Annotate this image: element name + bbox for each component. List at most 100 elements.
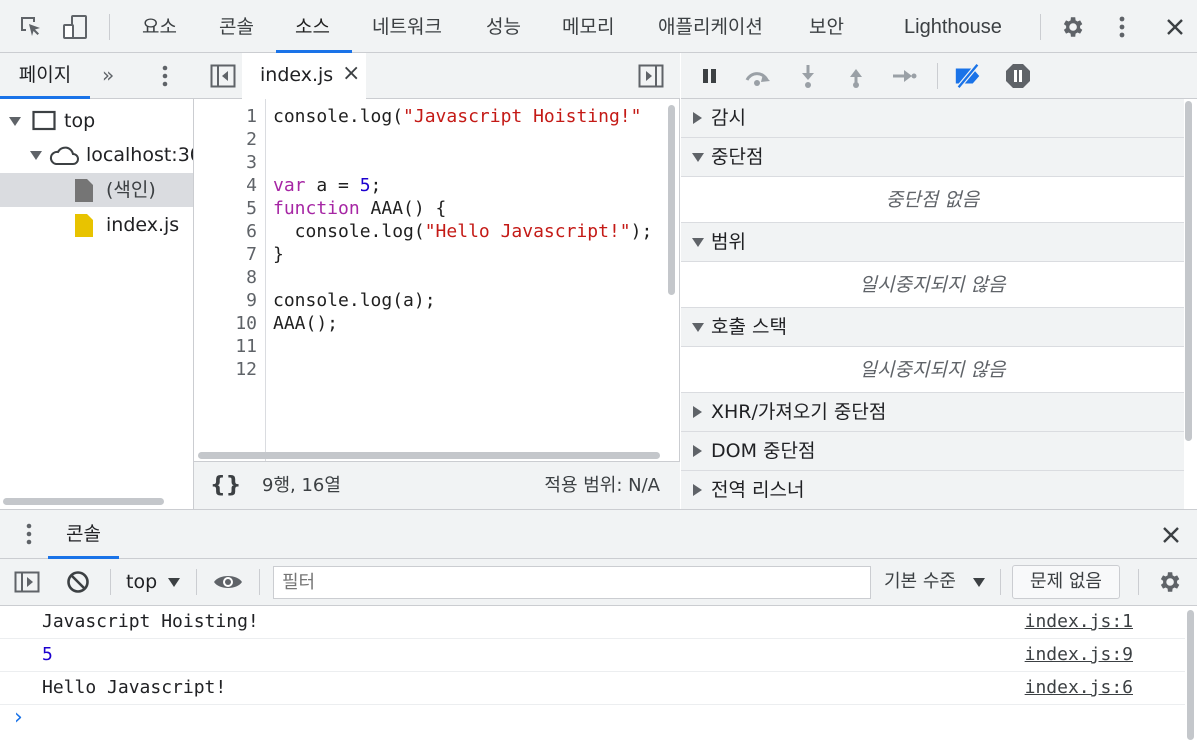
close-tab-icon[interactable]: × (342, 53, 360, 95)
toolbar-divider (196, 569, 197, 595)
debugger-section-header[interactable]: DOM 중단점 (681, 432, 1184, 471)
code-editor-pane: index.js × 1 2 3 4 5 6 7 8 9 10 11 12 console.log("… (194, 53, 680, 509)
tab-performance[interactable]: 성능 (486, 0, 521, 53)
device-toolbar-icon[interactable] (60, 12, 90, 42)
collapse-arrow-icon[interactable] (692, 323, 704, 332)
debugger-section-header[interactable]: 호출 스택 (681, 308, 1184, 347)
filter-input[interactable] (273, 566, 871, 599)
expand-arrow-icon[interactable] (9, 117, 21, 126)
console-message-source-link[interactable]: index.js:1 (1025, 606, 1133, 638)
debugger-section-header[interactable]: XHR/가져오기 중단점 (681, 393, 1184, 432)
cloud-icon (48, 145, 80, 167)
code-text: AAA(); (273, 313, 339, 334)
tab-elements[interactable]: 요소 (142, 0, 177, 53)
toggle-debugger-icon[interactable] (638, 64, 664, 88)
expand-arrow-icon[interactable] (693, 406, 702, 418)
tree-label: (색인) (106, 179, 156, 201)
cursor-position: 9행, 16열 (262, 475, 341, 496)
tree-item-top[interactable]: top (0, 104, 193, 138)
navigator-scrollbar[interactable] (3, 498, 164, 505)
file-tab-index-js[interactable]: index.js × (242, 53, 366, 99)
collapse-arrow-icon[interactable] (692, 153, 704, 162)
drawer-menu-icon[interactable] (26, 523, 32, 545)
debugger-section-header[interactable]: 중단점 (681, 138, 1184, 177)
code-keyword: var (273, 175, 306, 196)
collapse-arrow-icon[interactable] (692, 238, 704, 247)
drawer-tab-console[interactable]: 콘솔 (48, 510, 119, 559)
code-line: console.log("Javascript Hoisting!" (273, 105, 641, 128)
expand-arrow-icon[interactable] (693, 484, 702, 496)
tab-network[interactable]: 네트워크 (372, 0, 442, 53)
dropdown-arrow-icon (973, 578, 985, 587)
debugger-section-header[interactable]: 전역 리스너 (681, 471, 1184, 510)
close-devtools-icon[interactable] (1160, 12, 1190, 42)
toggle-navigator-icon[interactable] (210, 64, 236, 88)
tree-item-index-js[interactable]: index.js (0, 208, 193, 242)
more-tabs-chevron-icon[interactable]: » (102, 53, 114, 97)
live-expression-eye-icon[interactable] (212, 571, 244, 593)
debugger-scrollbar[interactable] (1185, 101, 1192, 441)
section-label: 중단점 (711, 146, 764, 168)
console-message-source-link[interactable]: index.js:6 (1025, 672, 1133, 704)
debugger-section-header[interactable]: 감시 (681, 99, 1184, 138)
more-options-icon[interactable] (1107, 12, 1137, 42)
section-label: DOM 중단점 (711, 440, 816, 462)
expand-arrow-icon[interactable] (693, 112, 702, 124)
tree-item-index-html[interactable]: (색인) (0, 173, 193, 207)
settings-gear-icon[interactable] (1057, 12, 1087, 42)
dropdown-arrow-icon (168, 578, 180, 587)
navigator-header: 페이지 » (0, 53, 194, 99)
show-sidebar-icon[interactable] (14, 571, 40, 593)
expand-arrow-icon[interactable] (30, 151, 42, 160)
coverage-status: 적용 범위: N/A (544, 475, 660, 496)
navigator-menu-icon[interactable] (162, 64, 168, 88)
console-toolbar: top 기본 수준 문제 없음 (0, 559, 1197, 606)
clear-console-icon[interactable] (66, 570, 90, 594)
step-icon[interactable] (889, 61, 919, 91)
drawer-tab-bar: 콘솔 (0, 510, 1197, 559)
expand-arrow-icon[interactable] (693, 445, 702, 457)
editor-status-bar: {} 9행, 16열 적용 범위: N/A (194, 461, 680, 509)
console-settings-gear-icon[interactable] (1156, 569, 1182, 595)
console-drawer: 콘솔 top 기본 수준 문제 없음 (0, 509, 1197, 740)
tab-security[interactable]: 보안 (809, 0, 844, 53)
code-keyword: function (273, 198, 360, 219)
tab-lighthouse[interactable]: Lighthouse (904, 0, 1002, 53)
pretty-print-icon[interactable]: {} (210, 462, 241, 510)
code-line: } (273, 243, 284, 266)
tree-item-localhost[interactable]: localhost:30 (0, 138, 193, 172)
editor-vertical-scrollbar[interactable] (668, 105, 675, 295)
section-empty-message: 일시중지되지 않음 (681, 262, 1184, 308)
context-selector[interactable]: top (116, 559, 188, 605)
debugger-sidebar: 감시 중단점 중단점 없음 범위 일시중지되지 않음 호출 스택 일시중지되지 않음 XHR/… (681, 53, 1197, 510)
debugger-section-header[interactable]: 범위 (681, 223, 1184, 262)
close-drawer-icon[interactable] (1161, 525, 1181, 545)
inspect-element-icon[interactable] (16, 12, 46, 42)
code-text: ); (630, 221, 653, 242)
code-area[interactable]: console.log("Javascript Hoisting!" var a … (194, 99, 666, 461)
deactivate-breakpoints-icon[interactable] (953, 61, 983, 91)
console-scrollbar[interactable] (1187, 610, 1194, 740)
console-message-source-link[interactable]: index.js:9 (1025, 639, 1133, 671)
toolbar-divider (109, 14, 110, 40)
step-out-icon[interactable] (841, 61, 871, 91)
tab-memory[interactable]: 메모리 (562, 0, 614, 53)
console-prompt-chevron-icon[interactable]: › (14, 706, 23, 730)
log-levels-dropdown[interactable]: 기본 수준 (876, 559, 996, 605)
section-empty-message: 중단점 없음 (681, 177, 1184, 223)
tab-application[interactable]: 애플리케이션 (658, 0, 763, 53)
issues-button[interactable]: 문제 없음 (1012, 565, 1120, 599)
pause-on-exceptions-icon[interactable] (1003, 61, 1033, 91)
pause-icon[interactable] (695, 61, 725, 91)
tab-console[interactable]: 콘솔 (219, 0, 254, 53)
console-message-text: Hello Javascript! (42, 677, 227, 698)
console-message: Javascript Hoisting! index.js:1 (0, 606, 1185, 639)
step-over-icon[interactable] (743, 61, 773, 91)
console-message: 5 index.js:9 (0, 639, 1185, 672)
editor-horizontal-scrollbar[interactable] (198, 452, 660, 459)
step-into-icon[interactable] (793, 61, 823, 91)
log-levels-label: 기본 수준 (884, 571, 956, 592)
tab-page[interactable]: 페이지 (0, 53, 90, 99)
code-text: console.log(a); (273, 290, 436, 311)
tab-sources[interactable]: 소스 (295, 0, 330, 53)
